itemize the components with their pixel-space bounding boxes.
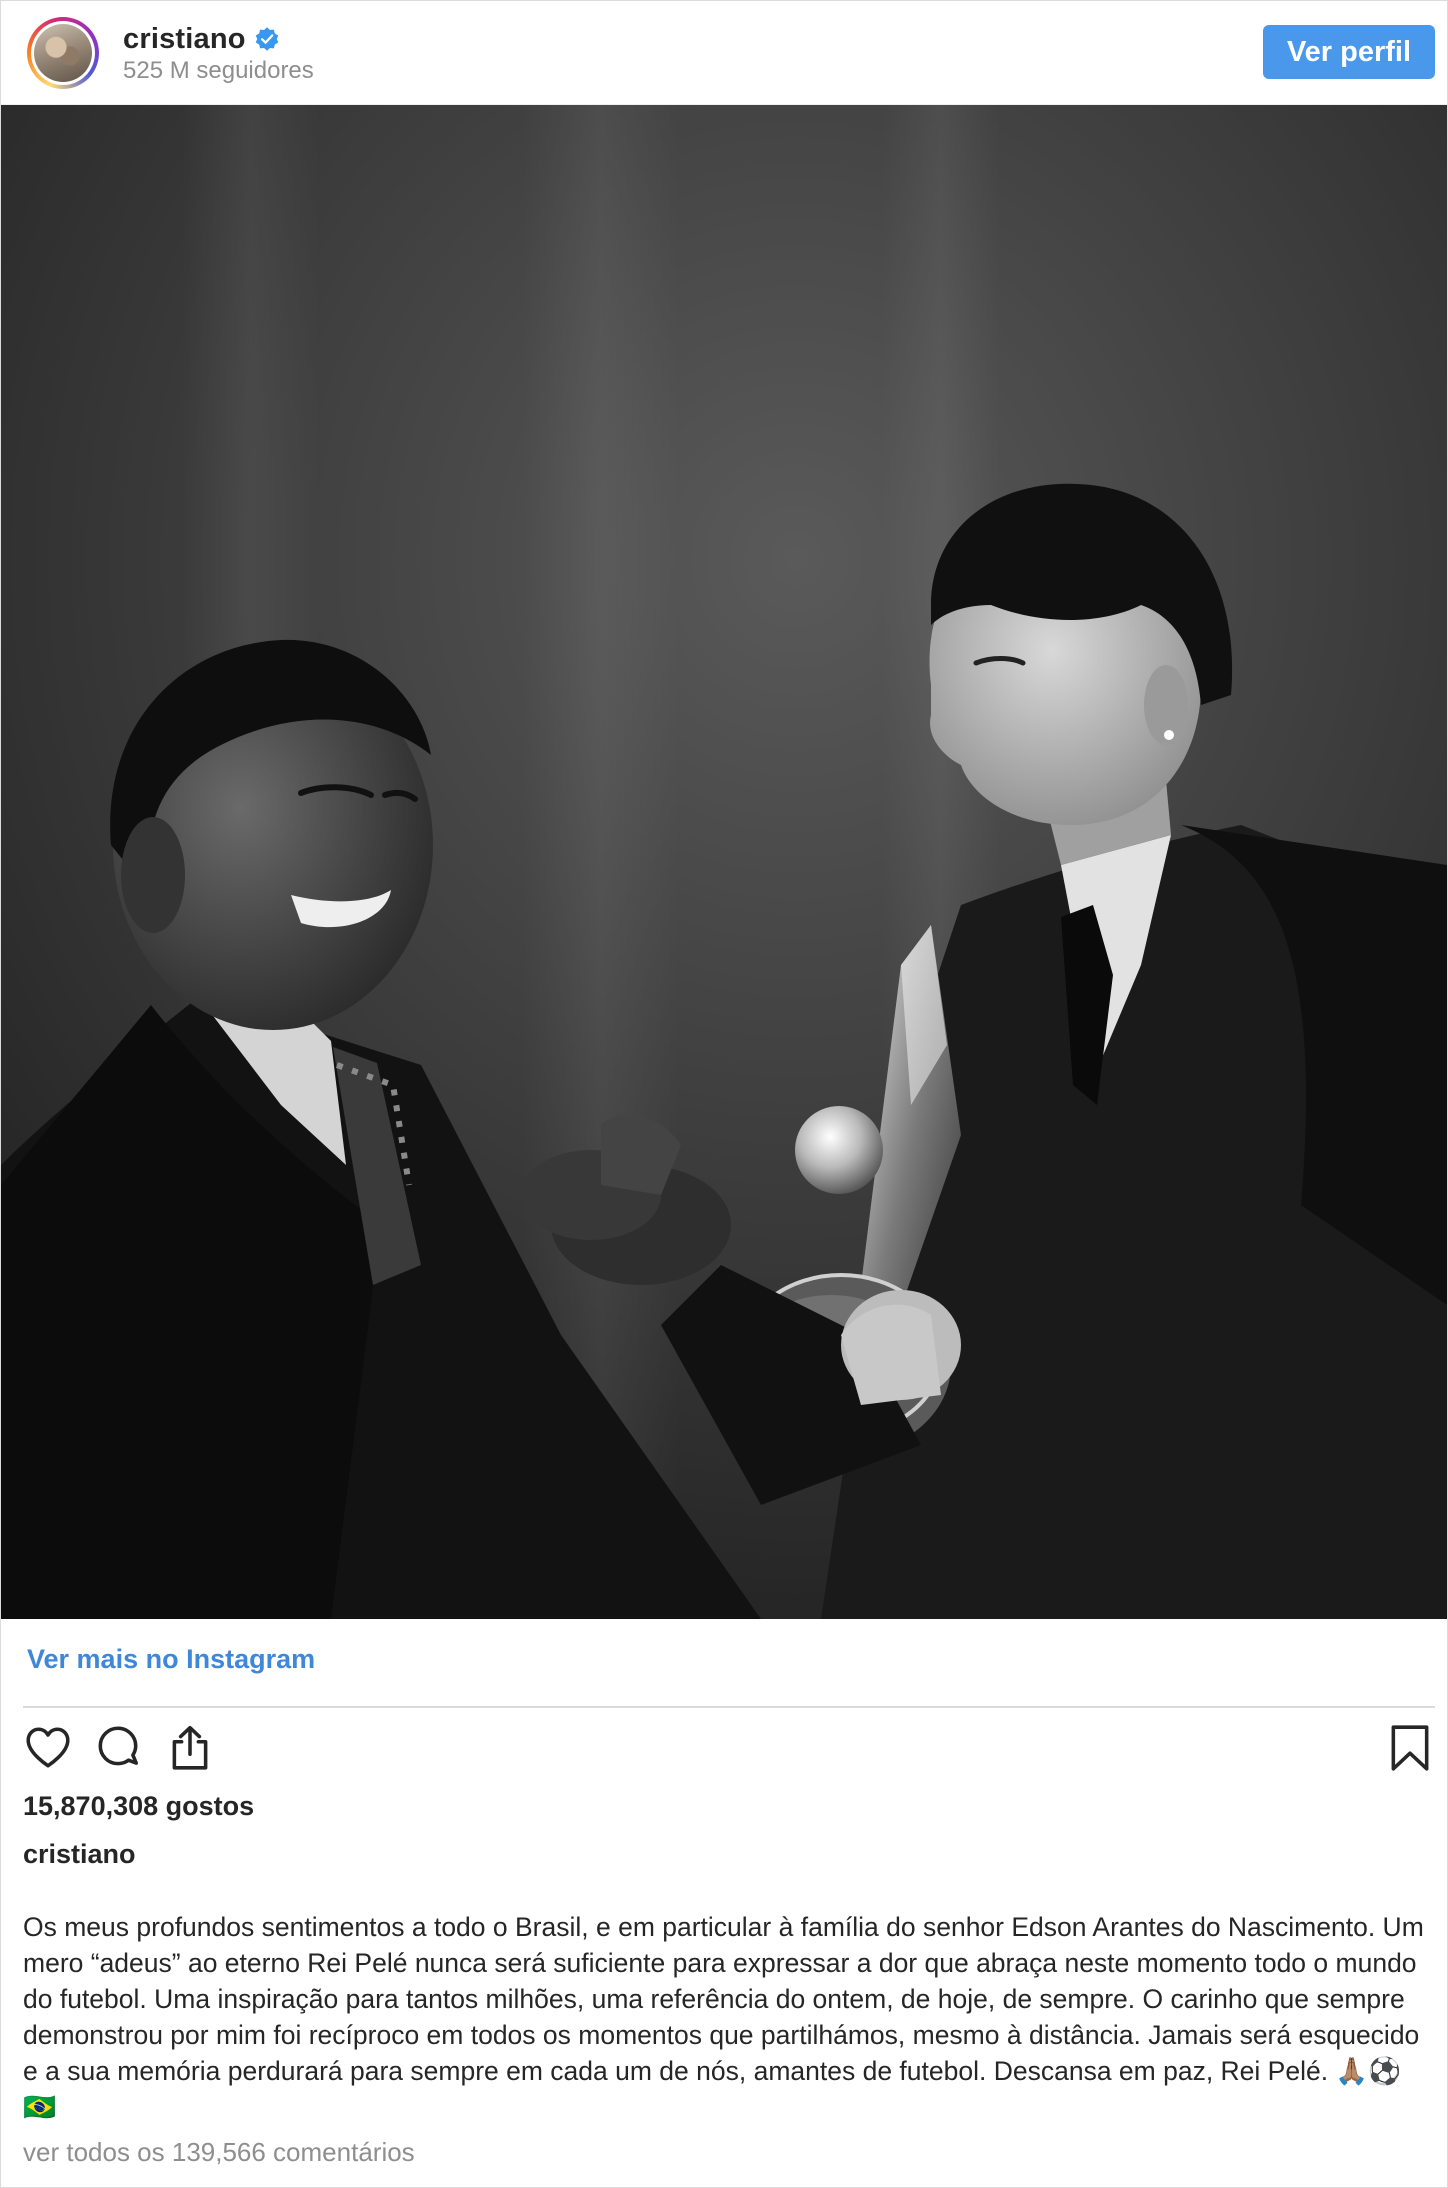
post-photo[interactable] [1, 105, 1447, 1619]
followers-count: 525 M seguidores [123, 57, 314, 84]
divider [23, 1706, 1435, 1708]
avatar-photo [34, 24, 92, 82]
post-photo-illustration [1, 105, 1447, 1619]
view-more-on-instagram-link[interactable]: Ver mais no Instagram [27, 1644, 315, 1675]
avatar[interactable] [27, 17, 99, 89]
likes-count[interactable]: 15,870,308 gostos [23, 1791, 254, 1822]
heart-icon[interactable] [23, 1723, 73, 1773]
view-all-comments-link[interactable]: ver todos os 139,566 comentários [23, 2137, 415, 2168]
username-row: cristiano [123, 23, 280, 55]
caption-text: Os meus profundos sentimentos a todo o B… [23, 1912, 1424, 2122]
bookmark-icon[interactable] [1385, 1723, 1435, 1773]
avatar-border [31, 21, 95, 85]
share-upload-icon[interactable] [165, 1723, 215, 1773]
verified-badge-icon [255, 27, 278, 51]
comment-bubble-icon[interactable] [93, 1723, 143, 1773]
username[interactable]: cristiano [123, 23, 246, 56]
caption-username[interactable]: cristiano [23, 1839, 136, 1870]
view-profile-button[interactable]: Ver perfil [1263, 25, 1435, 79]
post-header: cristiano 525 M seguidores Ver perfil [1, 1, 1447, 105]
instagram-embed: cristiano 525 M seguidores Ver perfil Ve… [0, 0, 1448, 2188]
